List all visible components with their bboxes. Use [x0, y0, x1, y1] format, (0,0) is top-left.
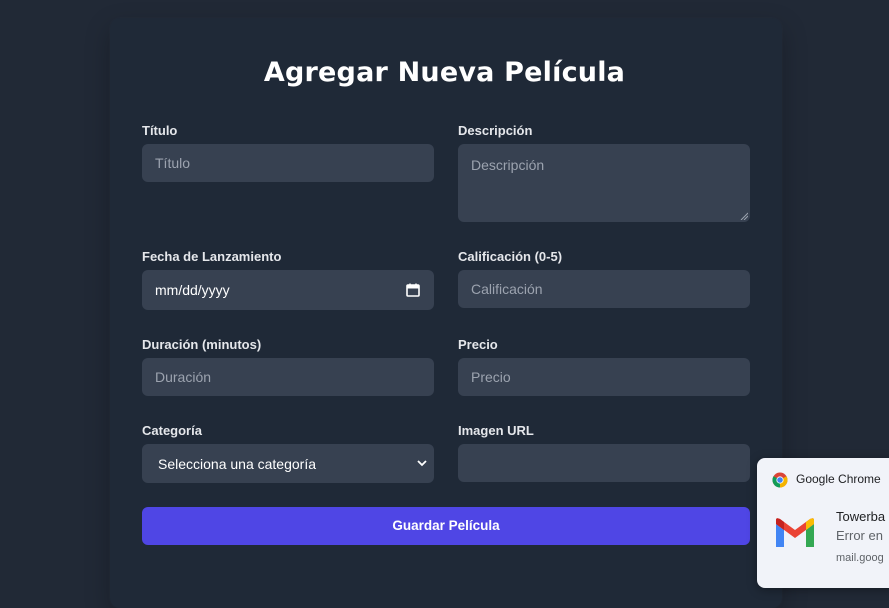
- notification-source: mail.goog: [836, 552, 884, 564]
- duracion-label: Duración (minutos): [142, 337, 262, 352]
- descripcion-textarea[interactable]: Descripción: [458, 144, 750, 222]
- chrome-notification[interactable]: Google Chrome Towerba Error en mail.goog: [757, 458, 889, 588]
- guardar-pelicula-button[interactable]: Guardar Película: [142, 507, 750, 545]
- chevron-down-icon: [417, 460, 427, 467]
- calendar-icon[interactable]: [406, 283, 420, 297]
- categoria-label: Categoría: [142, 423, 202, 438]
- categoria-selected: Selecciona una categoría: [158, 455, 316, 472]
- fecha-value: mm/dd/yyyy: [155, 282, 230, 298]
- duracion-placeholder: Duración: [155, 369, 212, 385]
- fecha-label: Fecha de Lanzamiento: [142, 249, 282, 264]
- calificacion-input[interactable]: Calificación: [458, 270, 750, 308]
- page-title: Agregar Nueva Película: [263, 57, 626, 88]
- descripcion-placeholder: Descripción: [471, 157, 545, 173]
- duracion-input[interactable]: Duración: [142, 358, 434, 396]
- chrome-icon: [772, 472, 788, 488]
- gmail-icon: [776, 518, 814, 547]
- notification-message: Error en: [836, 528, 883, 543]
- titulo-label: Título: [142, 123, 178, 138]
- imagen-label: Imagen URL: [458, 423, 534, 438]
- fecha-input[interactable]: mm/dd/yyyy: [142, 270, 434, 310]
- precio-placeholder: Precio: [471, 369, 511, 385]
- categoria-select[interactable]: Selecciona una categoría: [142, 444, 434, 483]
- precio-label: Precio: [458, 337, 498, 352]
- calificacion-label: Calificación (0-5): [458, 249, 563, 264]
- titulo-input[interactable]: Título: [142, 144, 434, 182]
- calificacion-placeholder: Calificación: [471, 281, 543, 297]
- notification-title: Towerba: [836, 509, 886, 524]
- titulo-placeholder: Título: [155, 155, 191, 171]
- descripcion-label: Descripción: [458, 123, 533, 138]
- precio-input[interactable]: Precio: [458, 358, 750, 396]
- resize-handle-icon[interactable]: [740, 212, 748, 220]
- notification-app-name: Google Chrome: [796, 472, 881, 486]
- imagen-url-input[interactable]: [458, 444, 750, 482]
